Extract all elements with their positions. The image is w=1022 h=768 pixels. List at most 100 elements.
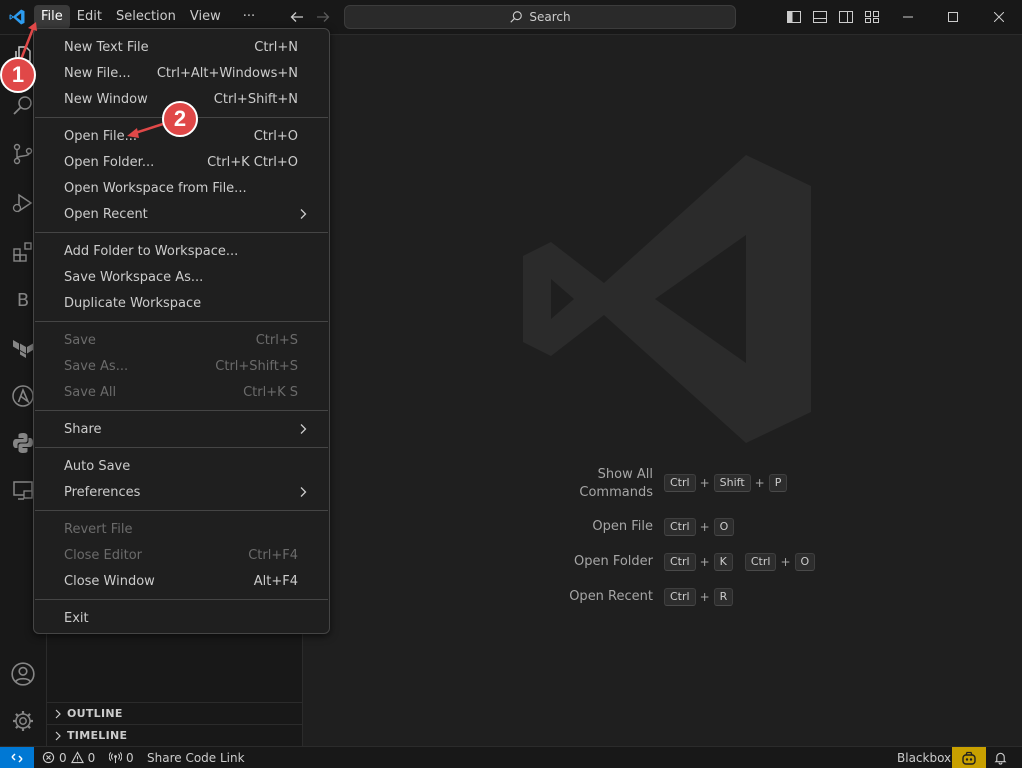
settings-gear-icon[interactable] xyxy=(9,707,37,735)
menu-item-label: Save xyxy=(64,332,96,348)
menu-open-recent[interactable]: Open Recent xyxy=(38,201,325,227)
menu-open-workspace-from-file[interactable]: Open Workspace from File... xyxy=(38,175,325,201)
menu-item-label: Close Window xyxy=(64,573,155,589)
menu-save[interactable]: Save Ctrl+S xyxy=(38,327,325,353)
blackbox-label: Blackbox xyxy=(897,750,952,765)
customize-layout-icon[interactable] xyxy=(864,9,880,25)
toggle-panel-icon[interactable] xyxy=(812,9,828,25)
chevron-right-icon xyxy=(55,709,61,718)
menu-item-label: Revert File xyxy=(64,521,133,537)
warning-icon xyxy=(70,751,84,764)
menu-selection[interactable]: Selection xyxy=(109,5,183,29)
warning-count: 0 xyxy=(87,750,96,765)
menu-item-label: Share xyxy=(64,421,102,437)
menu-save-as[interactable]: Save As... Ctrl+Shift+S xyxy=(38,353,325,379)
menu-item-shortcut: Ctrl+S xyxy=(255,332,298,348)
remote-icon xyxy=(11,752,23,763)
maximize-button[interactable] xyxy=(930,0,975,34)
menu-item-label: Close Editor xyxy=(64,547,143,563)
menu-close-window[interactable]: Close Window Alt+F4 xyxy=(38,568,325,594)
remote-indicator-button[interactable] xyxy=(0,747,34,768)
menu-save-workspace-as[interactable]: Save Workspace As... xyxy=(38,264,325,290)
menu-new-text-file[interactable]: New Text File Ctrl+N xyxy=(38,34,325,60)
error-count: 0 xyxy=(59,750,67,765)
menu-item-label: Save As... xyxy=(64,358,129,374)
menu-auto-save[interactable]: Auto Save xyxy=(38,453,325,479)
key-plus: + xyxy=(699,476,710,490)
vscode-watermark-logo-icon xyxy=(523,155,811,443)
menu-item-shortcut: Ctrl+Alt+Windows+N xyxy=(156,65,298,81)
menu-close-editor[interactable]: Close Editor Ctrl+F4 xyxy=(38,542,325,568)
key: K xyxy=(713,553,733,571)
close-button[interactable] xyxy=(976,0,1021,34)
notifications-button[interactable] xyxy=(994,747,1007,768)
menu-preferences[interactable]: Preferences xyxy=(38,479,325,505)
outline-section-label: OUTLINE xyxy=(67,707,123,720)
menu-item-shortcut: Ctrl+Shift+N xyxy=(213,91,298,107)
menu-file[interactable]: File xyxy=(34,5,70,29)
ports-status[interactable]: 0 xyxy=(109,747,134,768)
maximize-icon xyxy=(947,12,958,22)
annotation-callout-1: 1 xyxy=(0,57,36,93)
accounts-icon[interactable] xyxy=(9,660,37,688)
menu-duplicate-workspace[interactable]: Duplicate Workspace xyxy=(38,290,325,316)
chevron-right-icon xyxy=(55,731,61,740)
menu-revert-file[interactable]: Revert File xyxy=(38,516,325,542)
menu-share[interactable]: Share xyxy=(38,416,325,442)
key-plus: + xyxy=(754,476,765,490)
key: Ctrl xyxy=(664,588,696,606)
key-plus: + xyxy=(699,555,710,569)
key-plus: + xyxy=(699,590,710,604)
editor-area: Show All Commands Ctrl + Shift + P Open … xyxy=(303,35,1022,746)
blackbox-status[interactable]: Blackbox xyxy=(897,747,951,768)
chevron-right-icon xyxy=(300,209,307,219)
menu-separator xyxy=(35,321,328,322)
menu-edit[interactable]: Edit xyxy=(70,5,109,29)
menu-item-label: Open File... xyxy=(64,128,138,144)
menu-exit[interactable]: Exit xyxy=(38,605,325,631)
menu-bar: File Edit Selection View ··· xyxy=(34,5,262,29)
key-plus: + xyxy=(699,520,710,534)
menu-separator xyxy=(35,510,328,511)
menu-separator xyxy=(35,599,328,600)
menu-item-label: Duplicate Workspace xyxy=(64,295,202,311)
chevron-right-icon xyxy=(300,487,307,497)
key: Ctrl xyxy=(664,553,696,571)
shortcut-label: Open Folder xyxy=(573,554,653,569)
menu-separator xyxy=(35,447,328,448)
shortcut-keys: Ctrl + O xyxy=(664,518,735,536)
key: Ctrl xyxy=(664,518,696,536)
share-code-link-button[interactable]: Share Code Link xyxy=(147,747,245,768)
problems-status[interactable]: 0 0 xyxy=(42,747,95,768)
back-arrow-icon[interactable] xyxy=(289,9,305,25)
outline-section-header[interactable]: OUTLINE xyxy=(47,702,302,724)
minimize-button[interactable] xyxy=(885,0,930,34)
menu-open-folder[interactable]: Open Folder... Ctrl+K Ctrl+O xyxy=(38,149,325,175)
timeline-section-header[interactable]: TIMELINE xyxy=(47,724,302,746)
copilot-status-button[interactable] xyxy=(952,747,986,768)
menu-item-shortcut: Ctrl+K Ctrl+O xyxy=(207,154,298,170)
close-icon xyxy=(993,12,1004,22)
menu-item-shortcut: Ctrl+N xyxy=(254,39,298,55)
menu-save-all[interactable]: Save All Ctrl+K S xyxy=(38,379,325,405)
toggle-secondary-sidebar-icon[interactable] xyxy=(838,9,854,25)
shortcut-label-line: Commands xyxy=(579,485,653,500)
shortcut-keys: Ctrl + R xyxy=(664,588,734,606)
shortcut-label: Open File xyxy=(592,519,653,534)
menu-new-file[interactable]: New File... Ctrl+Alt+Windows+N xyxy=(38,60,325,86)
menu-add-folder-to-workspace[interactable]: Add Folder to Workspace... xyxy=(38,238,325,264)
key: Ctrl xyxy=(664,474,696,492)
command-center-search[interactable]: Search xyxy=(344,5,736,29)
copilot-icon xyxy=(962,751,976,765)
menu-item-shortcut: Ctrl+F4 xyxy=(248,547,298,563)
menu-view[interactable]: View xyxy=(183,5,228,29)
menu-item-shortcut: Ctrl+K S xyxy=(243,384,298,400)
menu-more[interactable]: ··· xyxy=(236,5,262,29)
forward-arrow-icon[interactable] xyxy=(315,9,331,25)
bell-icon xyxy=(994,752,1007,765)
menu-item-shortcut: Alt+F4 xyxy=(253,573,298,589)
menu-item-label: New File... xyxy=(64,65,131,81)
key: O xyxy=(794,553,816,571)
toggle-primary-sidebar-icon[interactable] xyxy=(786,9,802,25)
blackbox-letter: B xyxy=(16,289,30,311)
